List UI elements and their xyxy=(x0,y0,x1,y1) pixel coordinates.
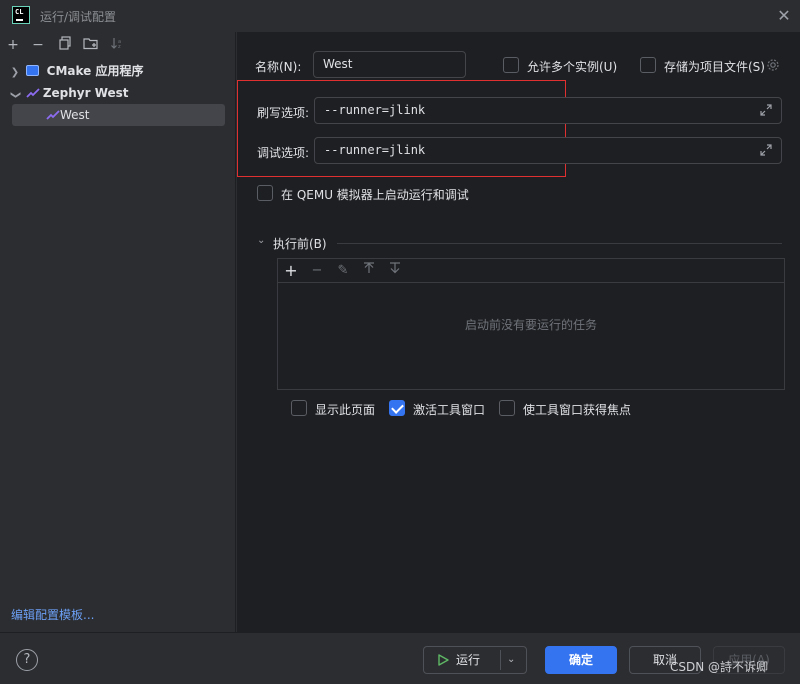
help-icon[interactable]: ? xyxy=(16,649,38,671)
section-divider xyxy=(337,243,782,244)
copy-icon[interactable] xyxy=(56,36,74,54)
svg-text:z: z xyxy=(118,44,121,50)
debug-options-label: 调试选项: xyxy=(257,146,310,160)
chevron-down-icon[interactable]: ⌄ xyxy=(507,647,515,673)
chevron-down-icon[interactable]: ⌄ xyxy=(257,235,265,246)
bottom-bar: ? 运行 ⌄ 确定 取消 应用(A) CSDN @詩不诉卿 xyxy=(0,632,800,684)
clion-logo-icon: CL xyxy=(12,6,30,24)
name-input[interactable]: West xyxy=(313,51,466,78)
tree-item-west[interactable]: West xyxy=(12,104,225,126)
debug-options-input[interactable]: --runner=jlink xyxy=(314,137,782,164)
run-icon xyxy=(438,654,449,666)
watermark: CSDN @詩不诉卿 xyxy=(670,660,769,674)
remove-task-icon[interactable]: − xyxy=(308,262,326,280)
tree-item-label: CMake 应用程序 xyxy=(46,64,144,78)
new-folder-icon[interactable] xyxy=(82,36,100,54)
chevron-down-icon[interactable]: ❯ xyxy=(4,88,26,102)
zephyr-icon xyxy=(46,110,60,120)
show-page-checkbox[interactable] xyxy=(291,400,307,416)
empty-tasks-text: 启动前没有要运行的任务 xyxy=(464,318,597,332)
edit-task-icon[interactable]: ✎ xyxy=(334,262,352,280)
add-task-icon[interactable]: + xyxy=(282,262,300,280)
close-icon[interactable]: ✕ xyxy=(776,8,792,24)
chevron-right-icon[interactable]: ❯ xyxy=(8,62,22,84)
before-launch-tasks: + − ✎ 启动前没有要运行的任务 xyxy=(277,258,785,390)
flash-options-label: 刷写选项: xyxy=(257,106,310,120)
flash-options-value: --runner=jlink xyxy=(324,103,426,117)
expand-icon[interactable] xyxy=(759,143,773,157)
name-label: 名称(N): xyxy=(255,60,302,74)
before-launch-label[interactable]: 执行前(B) xyxy=(273,235,327,252)
allow-multiple-label: 允许多个实例(U) xyxy=(527,60,618,74)
expand-icon[interactable] xyxy=(759,103,773,117)
ok-button[interactable]: 确定 xyxy=(545,646,617,674)
qemu-label: 在 QEMU 模拟器上启动运行和调试 xyxy=(281,188,469,202)
remove-icon[interactable]: − xyxy=(29,36,47,54)
activate-tool-checkbox[interactable] xyxy=(389,400,405,416)
config-panel: 名称(N): West 允许多个实例(U) 存储为项目文件(S) 刷写选项: -… xyxy=(237,32,800,632)
move-up-icon[interactable] xyxy=(360,262,378,280)
gear-icon[interactable] xyxy=(766,58,780,72)
zephyr-icon xyxy=(26,88,40,98)
logo-text: CL xyxy=(15,8,24,16)
edit-templates-link[interactable]: 编辑配置模板... xyxy=(11,606,94,623)
store-as-file-checkbox[interactable] xyxy=(640,57,656,73)
cmake-app-icon xyxy=(25,65,39,76)
activate-tool-label: 激活工具窗口 xyxy=(413,403,486,417)
qemu-checkbox[interactable] xyxy=(257,185,273,201)
store-as-file-label: 存储为项目文件(S) xyxy=(664,60,765,74)
window-title: 运行/调试配置 xyxy=(40,10,117,24)
tree-item-label: West xyxy=(60,108,90,122)
tree-item-zephyr-west[interactable]: ❯ Zephyr West xyxy=(8,82,129,104)
sidebar: + − az ❯ CMake 应用程序 ❯ Zephyr West West 编… xyxy=(0,32,236,632)
tree-item-label: Zephyr West xyxy=(42,86,129,100)
split-divider xyxy=(500,650,501,670)
run-label: 运行 xyxy=(456,653,481,667)
flash-options-input[interactable]: --runner=jlink xyxy=(314,97,782,124)
sort-icon[interactable]: az xyxy=(108,36,126,54)
show-page-label: 显示此页面 xyxy=(315,403,376,417)
focus-tool-checkbox[interactable] xyxy=(499,400,515,416)
allow-multiple-checkbox[interactable] xyxy=(503,57,519,73)
run-button[interactable]: 运行 ⌄ xyxy=(423,646,527,674)
title-bar: CL 运行/调试配置 ✕ xyxy=(0,0,800,32)
add-icon[interactable]: + xyxy=(4,36,22,54)
tree-item-cmake[interactable]: ❯ CMake 应用程序 xyxy=(8,60,144,84)
tasks-toolbar: + − ✎ xyxy=(278,259,784,283)
debug-options-value: --runner=jlink xyxy=(324,143,426,157)
move-down-icon[interactable] xyxy=(386,262,404,280)
focus-tool-label: 使工具窗口获得焦点 xyxy=(523,403,632,417)
